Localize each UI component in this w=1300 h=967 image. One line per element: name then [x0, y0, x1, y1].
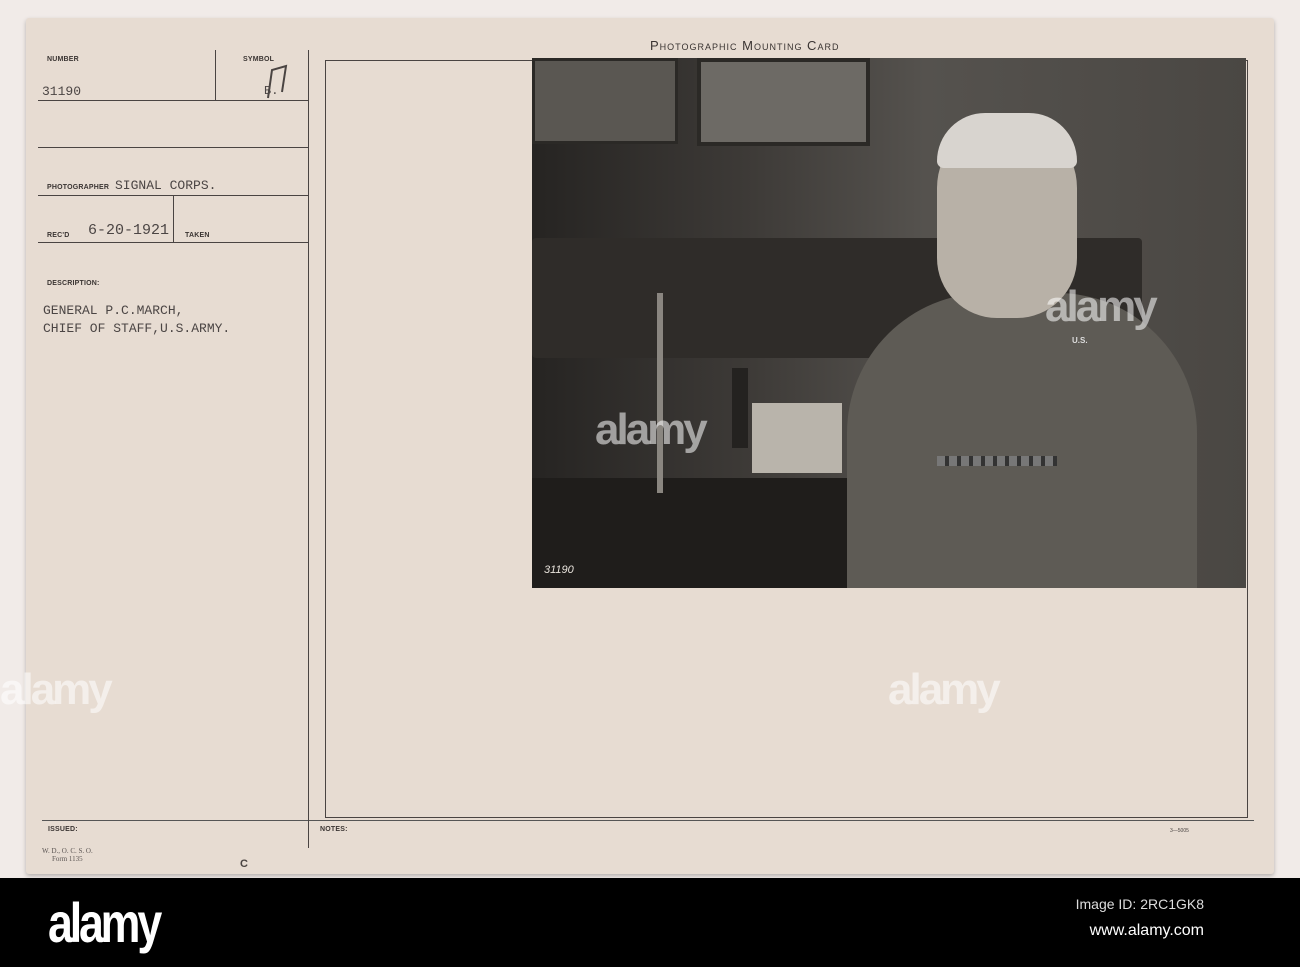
- divider: [215, 50, 216, 100]
- description-line-2: CHIEF OF STAFF,U.S.ARMY.: [43, 321, 231, 336]
- recd-label: REC'D: [47, 232, 70, 239]
- watermark-footer: alamy Image ID: 2RC1GK8 www.alamy.com: [0, 878, 1300, 967]
- divider: [38, 242, 308, 243]
- column-divider: [308, 50, 309, 848]
- handwritten-mark-icon: [267, 64, 288, 99]
- hair: [937, 113, 1077, 168]
- ribbon-bar: [937, 456, 1057, 466]
- photo-caption-number: 31190: [544, 564, 574, 576]
- form-line-1: W. D., O. C. S. O.: [42, 847, 93, 855]
- wall-frame: [697, 58, 870, 146]
- photographer-label: PHOTOGRAPHER: [47, 184, 110, 191]
- divider: [38, 147, 308, 148]
- form-line-2: Form 1135: [52, 855, 83, 863]
- notes-label: NOTES:: [320, 826, 348, 833]
- print-code: 3—5005: [1170, 828, 1189, 834]
- alamy-url[interactable]: www.alamy.com: [1090, 922, 1204, 940]
- card-title: Photographic Mounting Card: [650, 38, 840, 53]
- telephone: [732, 368, 748, 448]
- collar-insignia: U.S.: [1072, 336, 1088, 345]
- watermark: alamy: [1045, 282, 1158, 331]
- taken-label: TAKEN: [185, 232, 210, 239]
- watermark: alamy: [0, 665, 113, 714]
- papers: [752, 403, 842, 473]
- divider: [173, 195, 174, 242]
- uniform: [847, 293, 1197, 588]
- watermark: alamy: [888, 665, 1001, 714]
- number-value: 31190: [42, 84, 82, 99]
- recd-value: 6-20-1921: [88, 222, 170, 239]
- number-label: NUMBER: [47, 56, 79, 63]
- image-id: Image ID: 2RC1GK8: [1075, 896, 1204, 912]
- bottom-rule: [42, 820, 1254, 821]
- issued-label: ISSUED:: [48, 826, 78, 833]
- watermark: alamy: [595, 405, 708, 454]
- description-label: DESCRIPTION:: [47, 280, 100, 287]
- divider: [38, 100, 308, 101]
- letter-c: C: [240, 858, 248, 870]
- photographer-value: SIGNAL CORPS.: [115, 178, 217, 193]
- alamy-logo: alamy: [48, 891, 162, 954]
- description-line-1: GENERAL P.C.MARCH,: [43, 303, 184, 318]
- wall-frame: [532, 58, 678, 144]
- telephone-stand: [657, 293, 663, 493]
